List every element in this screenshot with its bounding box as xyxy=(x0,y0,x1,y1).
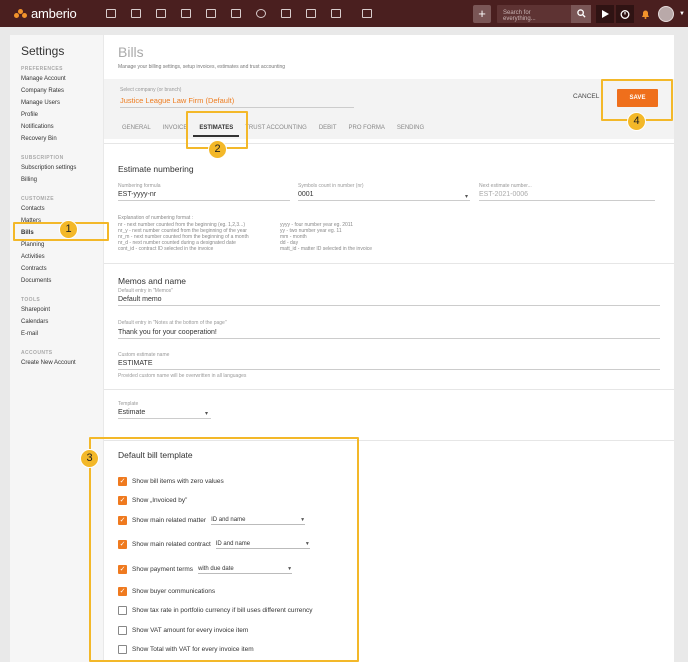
chevron-down-icon: ▾ xyxy=(205,411,209,417)
module-nav xyxy=(99,0,380,27)
symbols-count-label: Symbols count in number (nr) xyxy=(298,183,364,189)
amberio-logo-icon xyxy=(14,7,27,20)
custom-estimate-name-label: Custom estimate name xyxy=(118,352,170,358)
sidebar-section-accounts: ACCOUNTS xyxy=(21,350,53,356)
custom-estimate-name-input[interactable]: ESTIMATE xyxy=(118,360,660,370)
user-avatar[interactable] xyxy=(658,5,674,22)
next-estimate-number-label: Next estimate number... xyxy=(479,183,532,189)
numbering-explanation-title: Explanation of numbering format : xyxy=(118,215,194,221)
company-select[interactable]: Justice League Law Firm (Default) xyxy=(120,96,354,108)
next-estimate-number-input[interactable]: EST-2021-0006 xyxy=(479,191,655,201)
page-title: Bills xyxy=(118,44,144,60)
tab-debit[interactable]: DEBIT xyxy=(313,123,343,137)
sidebar-item-contacts[interactable]: Contacts xyxy=(21,206,76,218)
bank-icon[interactable] xyxy=(199,0,224,27)
numbering-formula-input[interactable]: EST-yyyy-nr xyxy=(118,191,290,201)
matters-icon[interactable] xyxy=(149,0,174,27)
top-navigation-bar: amberio + Search for everything... ▼ xyxy=(0,0,688,27)
template-label: Template xyxy=(118,401,139,407)
reports-icon[interactable] xyxy=(355,0,380,27)
logo-text: amberio xyxy=(31,6,77,21)
sidebar-item-activities[interactable]: Activities xyxy=(21,254,76,266)
numbering-explanation-left: nr - next number counted from the beginn… xyxy=(118,222,249,252)
sidebar-item-documents[interactable]: Documents xyxy=(21,278,76,290)
mail-icon[interactable] xyxy=(324,0,349,27)
tab-trust-accounting[interactable]: TRUST ACCOUNTING xyxy=(239,123,313,137)
cancel-button[interactable]: CANCEL xyxy=(573,93,599,100)
template-select[interactable]: Estimate xyxy=(118,409,211,419)
tab-pro-forma[interactable]: PRO FORMA xyxy=(342,123,390,137)
memos-heading: Memos and name xyxy=(118,276,187,286)
custom-name-hint: Provided custom name will be overwritten… xyxy=(118,373,247,379)
sidebar-section-customize: CUSTOMIZE xyxy=(21,196,54,202)
chevron-down-icon: ▾ xyxy=(465,194,469,200)
sidebar-section-subscription: SUBSCRIPTION xyxy=(21,155,64,161)
bills-tabs: GENERAL INVOICE ESTIMATES TRUST ACCOUNTI… xyxy=(104,123,430,137)
notes-input[interactable]: Thank you for your cooperation! xyxy=(118,329,660,339)
sidebar-item-recovery-bin[interactable]: Recovery Bin xyxy=(21,136,76,148)
calendar-icon[interactable] xyxy=(224,0,249,27)
callout-badge-2: 2 xyxy=(208,140,227,159)
notes-label: Default entry in "Notes at the bottom of… xyxy=(118,320,227,326)
sidebar-section-tools: TOOLS xyxy=(21,297,41,303)
file-icon[interactable] xyxy=(299,0,324,27)
sidebar-section-preferences: PREFERENCES xyxy=(21,66,63,72)
sidebar-item-manage-account[interactable]: Manage Account xyxy=(21,76,76,88)
sidebar-item-manage-users[interactable]: Manage Users xyxy=(21,100,76,112)
sidebar-item-notifications[interactable]: Notifications xyxy=(21,124,76,136)
sidebar-title: Settings xyxy=(21,44,65,58)
sidebar-item-email[interactable]: E-mail xyxy=(21,331,76,343)
company-select-label: Select company (or branch) xyxy=(120,87,182,93)
global-search-input[interactable]: Search for everything... xyxy=(497,4,571,23)
contacts-icon[interactable] xyxy=(124,0,149,27)
sidebar-item-subscription-settings[interactable]: Subscription settings xyxy=(21,165,76,177)
callout-box-bill-template xyxy=(89,437,359,662)
add-new-button[interactable]: + xyxy=(473,4,491,23)
sidebar-item-company-rates[interactable]: Company Rates xyxy=(21,88,76,100)
app-logo[interactable]: amberio xyxy=(14,6,77,21)
tab-general[interactable]: GENERAL xyxy=(104,123,157,137)
stopwatch-icon[interactable] xyxy=(616,4,634,23)
sidebar-item-sharepoint[interactable]: Sharepoint xyxy=(21,307,76,319)
callout-badge-3: 3 xyxy=(80,449,99,468)
sidebar-item-billing[interactable]: Billing xyxy=(21,177,76,189)
tab-sending[interactable]: SENDING xyxy=(391,123,430,137)
dashboard-icon[interactable] xyxy=(99,0,124,27)
search-icon[interactable] xyxy=(571,4,591,23)
timesheet-icon[interactable] xyxy=(249,0,274,27)
estimate-numbering-heading: Estimate numbering xyxy=(118,164,194,174)
play-icon[interactable] xyxy=(596,4,614,23)
sidebar-item-profile[interactable]: Profile xyxy=(21,112,76,124)
notification-bell-icon[interactable] xyxy=(636,5,654,23)
sidebar-item-create-new-account[interactable]: Create New Account xyxy=(21,360,76,372)
folder-icon[interactable] xyxy=(274,0,299,27)
numbering-explanation-right: yyyy - four number year eg. 2011 yy - tw… xyxy=(280,222,372,252)
sidebar-item-planning[interactable]: Planning xyxy=(21,242,76,254)
memo-input[interactable]: Default memo xyxy=(118,296,660,306)
memo-label: Default entry in "Memos" xyxy=(118,288,173,294)
symbols-count-select[interactable]: 0001 xyxy=(298,191,470,201)
page-subtitle: Manage your billing settings, setup invo… xyxy=(118,64,286,70)
sidebar-item-calendars[interactable]: Calendars xyxy=(21,319,76,331)
callout-badge-1: 1 xyxy=(59,220,78,239)
numbering-formula-label: Numbering formula xyxy=(118,183,161,189)
documents-icon[interactable] xyxy=(174,0,199,27)
callout-badge-4: 4 xyxy=(627,112,646,131)
chevron-down-icon[interactable]: ▼ xyxy=(676,5,688,23)
sidebar-item-contracts[interactable]: Contracts xyxy=(21,266,76,278)
